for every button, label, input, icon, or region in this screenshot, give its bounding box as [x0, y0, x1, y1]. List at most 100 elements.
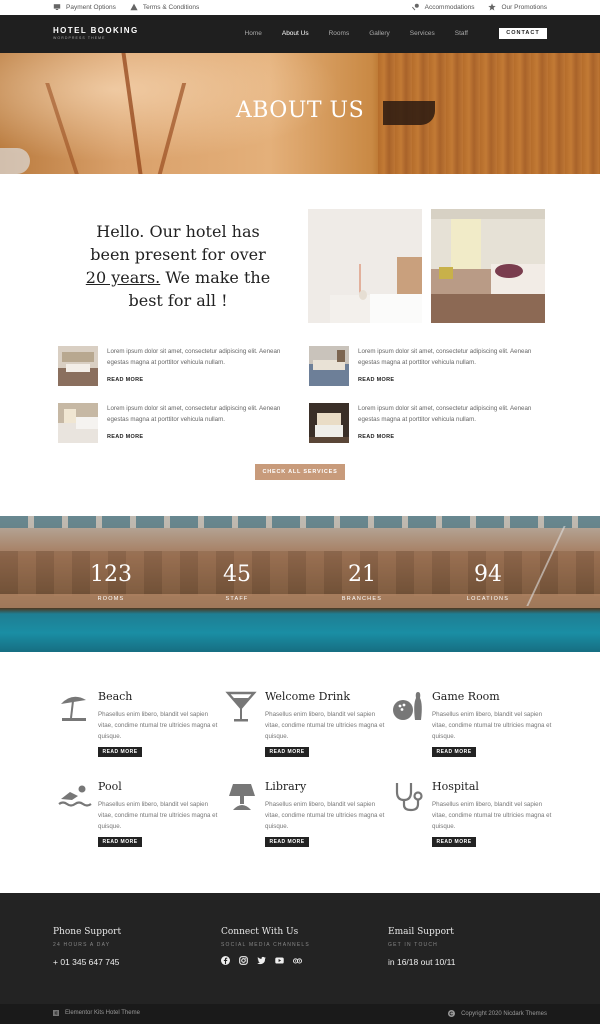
service-text: Lorem ipsum dolor sit amet, consectetur … — [107, 348, 281, 366]
service-item: Lorem ipsum dolor sit amet, consectetur … — [309, 403, 549, 449]
room-photo-2-image — [431, 209, 545, 323]
building-windows — [0, 516, 600, 528]
logo-title: HOTEL BOOKING — [53, 26, 139, 35]
beach-umbrella-icon — [61, 696, 86, 721]
service-item: Lorem ipsum dolor sit amet, consectetur … — [58, 403, 298, 449]
nav-gallery[interactable]: Gallery — [359, 30, 400, 37]
amenity-beach: Beach Phasellus enim libero, blandit vel… — [58, 690, 218, 770]
footer-subheading: GET IN TOUCH — [388, 942, 438, 948]
logo-subtitle: WORDPRESS THEME — [53, 36, 106, 40]
service-thumb — [309, 346, 349, 386]
check-all-services-button[interactable]: CHECK ALL SERVICES — [255, 464, 345, 480]
read-more-button[interactable]: READ MORE — [432, 837, 476, 847]
stat-label: BRANCHES — [341, 596, 383, 602]
amenity-title: Hospital — [432, 780, 479, 793]
theme-credit: Elementor Kits Hotel Theme — [65, 1010, 140, 1016]
amenity-text: Phasellus enim libero, blandit vel sapie… — [432, 711, 552, 740]
twitter-icon[interactable] — [257, 956, 266, 965]
monitor-icon — [53, 4, 61, 10]
read-more-button[interactable]: READ MORE — [265, 747, 309, 757]
read-more-link[interactable]: READ MORE — [107, 377, 143, 383]
stethoscope-icon — [395, 783, 423, 812]
terms-label: Terms & Conditions — [142, 3, 200, 11]
accommodations-label: Accommodations — [424, 3, 475, 11]
promotions-label: Our Promotions — [501, 3, 547, 11]
stat-rooms: 123 ROOMS — [61, 562, 161, 603]
top-utility-bar: Payment Options Terms & Conditions Accom… — [0, 0, 600, 15]
read-more-button[interactable]: READ MORE — [265, 837, 309, 847]
stat-label: STAFF — [225, 596, 249, 602]
tripadvisor-icon[interactable] — [293, 956, 302, 965]
nav-services[interactable]: Services — [400, 30, 445, 37]
footer-phone-support: Phone Support 24 HOURS A DAY + 01 345 64… — [53, 927, 121, 967]
amenity-title: Pool — [98, 780, 122, 793]
footer-connect: Connect With Us SOCIAL MEDIA CHANNELS — [221, 927, 310, 965]
contact-button[interactable]: CONTACT — [499, 28, 547, 39]
service-text: Lorem ipsum dolor sit amet, consectetur … — [358, 405, 532, 423]
intro-heading: Hello. Our hotel has been present for ov… — [80, 220, 276, 312]
amenity-text: Phasellus enim libero, blandit vel sapie… — [432, 801, 552, 830]
footer-heading: Connect With Us — [221, 927, 299, 937]
stat-number: 94 — [474, 562, 502, 587]
terms-link[interactable]: Terms & Conditions — [130, 3, 199, 11]
amenity-hospital: Hospital Phasellus enim libero, blandit … — [392, 780, 552, 860]
elementor-icon — [53, 1010, 59, 1016]
instagram-icon[interactable] — [239, 956, 248, 965]
accommodations-link[interactable]: Accommodations — [411, 3, 475, 11]
nav-staff[interactable]: Staff — [445, 30, 478, 37]
read-more-link[interactable]: READ MORE — [358, 434, 394, 440]
amenity-text: Phasellus enim libero, blandit vel sapie… — [265, 711, 385, 740]
read-more-button[interactable]: READ MORE — [432, 747, 476, 757]
service-text: Lorem ipsum dolor sit amet, consectetur … — [107, 405, 281, 423]
promotions-link[interactable]: Our Promotions — [488, 3, 547, 11]
stat-number: 123 — [90, 562, 132, 587]
copyright-text: Copyright 2020 Nicdark Themes — [461, 1010, 547, 1017]
amenity-text: Phasellus enim libero, blandit vel sapie… — [98, 711, 218, 740]
bottom-left: Elementor Kits Hotel Theme — [53, 1010, 140, 1016]
lamp-icon — [229, 784, 255, 810]
stat-label: ROOMS — [97, 596, 125, 602]
footer-subheading: 24 HOURS A DAY — [53, 942, 111, 948]
bottom-right: Copyright 2020 Nicdark Themes — [448, 1010, 547, 1017]
payment-options-link[interactable]: Payment Options — [53, 3, 116, 11]
nav-rooms[interactable]: Rooms — [319, 30, 360, 37]
warning-icon — [130, 3, 138, 11]
amenity-library: Library Phasellus enim libero, blandit v… — [225, 780, 385, 860]
nav-home[interactable]: Home — [235, 30, 272, 37]
email-value: in 16/18 out 10/11 — [388, 957, 456, 967]
bowling-icon — [393, 692, 422, 720]
stat-label: LOCATIONS — [466, 596, 510, 602]
amenity-title: Library — [265, 780, 307, 793]
intro-line-1: Hello. Our hotel has been present for ov… — [90, 222, 266, 264]
footer-heading: Email Support — [388, 927, 454, 937]
nav-about-us[interactable]: About Us — [272, 30, 319, 37]
read-more-button[interactable]: READ MORE — [98, 837, 142, 847]
amenity-welcome-drink: Welcome Drink Phasellus enim libero, bla… — [225, 690, 385, 770]
site-logo[interactable]: HOTEL BOOKING WORDPRESS THEME — [53, 26, 139, 40]
phone-number[interactable]: + 01 345 647 745 — [53, 957, 121, 967]
read-more-link[interactable]: READ MORE — [107, 434, 143, 440]
youtube-icon[interactable] — [275, 956, 284, 965]
cocktail-glass-icon — [225, 691, 257, 722]
read-more-link[interactable]: READ MORE — [358, 377, 394, 383]
copyright-icon — [448, 1010, 456, 1017]
amenity-game-room: Game Room Phasellus enim libero, blandit… — [392, 690, 552, 770]
service-text: Lorem ipsum dolor sit amet, consectetur … — [358, 348, 532, 366]
payment-options-label: Payment Options — [66, 3, 116, 11]
bottom-bar: Elementor Kits Hotel Theme Copyright 202… — [0, 1004, 600, 1024]
stat-branches: 21 BRANCHES — [312, 563, 412, 603]
facebook-icon[interactable] — [221, 956, 230, 965]
footer-subheading: SOCIAL MEDIA CHANNELS — [221, 942, 310, 948]
footer: Phone Support 24 HOURS A DAY + 01 345 64… — [0, 893, 600, 1004]
swimmer-icon — [58, 785, 92, 807]
amenity-pool: Pool Phasellus enim libero, blandit vel … — [58, 780, 218, 860]
room-photo-1 — [308, 209, 422, 323]
stat-locations: 94 LOCATIONS — [438, 562, 538, 603]
amenity-title: Welcome Drink — [265, 690, 351, 703]
amenity-title: Game Room — [432, 690, 500, 703]
pin-icon — [411, 3, 419, 11]
read-more-button[interactable]: READ MORE — [98, 747, 142, 757]
hero-lamp — [0, 148, 30, 174]
footer-heading: Phone Support — [53, 927, 122, 937]
room-photo-2 — [431, 209, 545, 323]
